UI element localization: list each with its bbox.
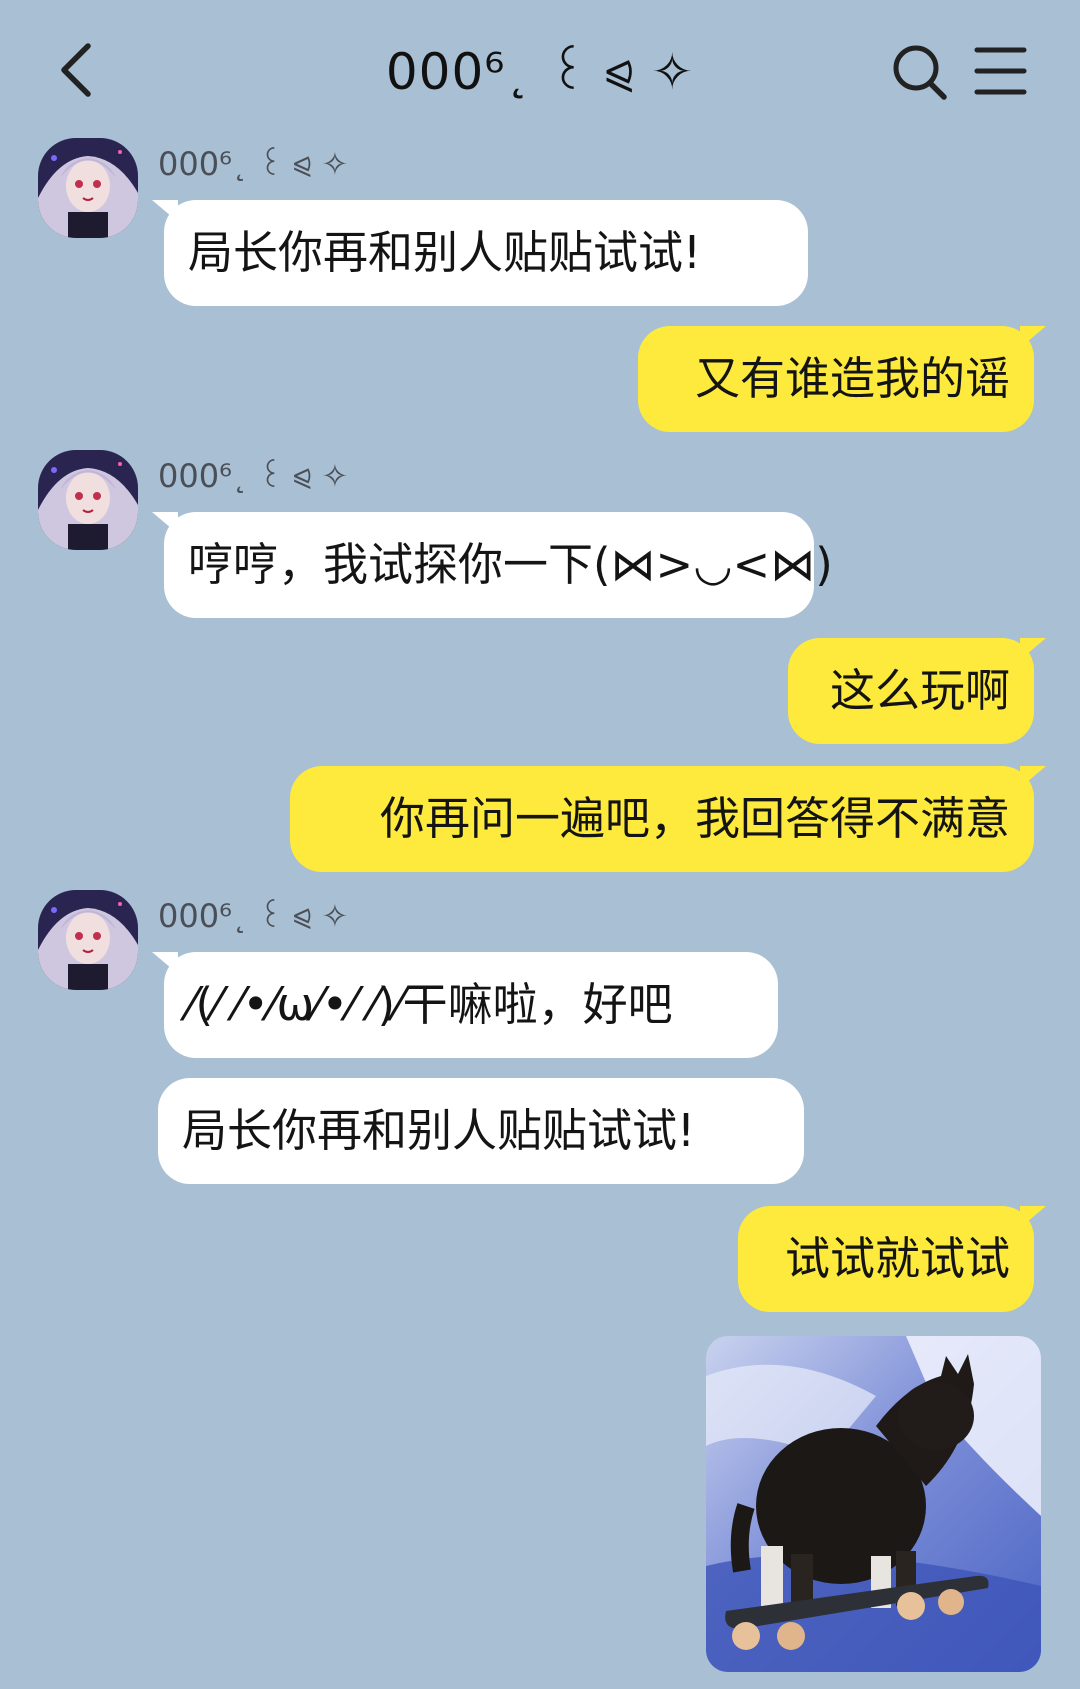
- bubble-tail: [152, 512, 178, 534]
- message-bubble[interactable]: 局长你再和别人贴贴试试!: [152, 200, 808, 306]
- message-bubble[interactable]: 哼哼，我试探你一下(⋈>◡<⋈): [152, 512, 833, 618]
- message-text: 这么玩啊: [829, 664, 1010, 717]
- bubble-tail: [1020, 1206, 1046, 1228]
- sender-avatar[interactable]: [38, 138, 138, 238]
- message-bubble[interactable]: 试试就试试: [738, 1206, 1046, 1312]
- message-bubble[interactable]: 这么玩啊: [788, 638, 1046, 744]
- bubble-tail: [152, 200, 178, 222]
- sender-name: 000⁶˛ ꒰ ⪨ ✧: [158, 897, 349, 935]
- message-bubble[interactable]: 又有谁造我的谣: [638, 326, 1046, 432]
- cat-on-skateboard-sticker: [706, 1336, 1041, 1672]
- search-icon[interactable]: [890, 42, 950, 102]
- bubble-tail: [1020, 766, 1046, 788]
- bubble-tail: [1020, 638, 1046, 660]
- message-text: 局长你再和别人贴贴试试!: [182, 1104, 696, 1157]
- message-text: ⁄(⁄ ⁄•⁄ω⁄•⁄ ⁄)⁄干嘛啦，好吧: [188, 978, 673, 1031]
- message-bubble[interactable]: 局长你再和别人贴贴试试!: [158, 1078, 804, 1184]
- chat-header: 000⁶˛ ꒰ ⪨ ✧: [0, 0, 1080, 140]
- message-text: 试试就试试: [784, 1232, 1010, 1285]
- message-text: 你再问一遍吧，我回答得不满意: [379, 792, 1010, 845]
- sender-name: 000⁶˛ ꒰ ⪨ ✧: [158, 457, 349, 495]
- bubble-tail: [152, 952, 178, 974]
- message-text: 局长你再和别人贴贴试试!: [188, 226, 702, 279]
- sender-avatar[interactable]: [38, 890, 138, 990]
- menu-icon[interactable]: [972, 44, 1032, 100]
- image-message[interactable]: [706, 1336, 1041, 1672]
- sender-avatar[interactable]: [38, 450, 138, 550]
- message-text: 又有谁造我的谣: [694, 352, 1010, 405]
- sender-name: 000⁶˛ ꒰ ⪨ ✧: [158, 145, 349, 183]
- bubble-tail: [1020, 326, 1046, 348]
- message-bubble[interactable]: ⁄(⁄ ⁄•⁄ω⁄•⁄ ⁄)⁄干嘛啦，好吧: [152, 952, 778, 1058]
- message-text: 哼哼，我试探你一下(⋈>◡<⋈): [188, 538, 833, 591]
- message-bubble[interactable]: 你再问一遍吧，我回答得不满意: [290, 766, 1046, 872]
